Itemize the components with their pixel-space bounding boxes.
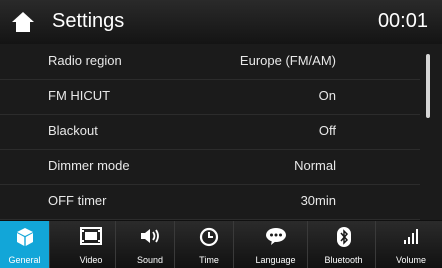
general-cube-icon (16, 228, 33, 246)
speaker-icon (141, 229, 159, 243)
tab-label: Bluetooth (324, 255, 363, 265)
speech-bubble-icon (265, 228, 286, 245)
tab-volume[interactable]: Volume (380, 221, 442, 268)
setting-value: On (318, 88, 336, 103)
film-icon (80, 227, 102, 245)
tab-video[interactable]: Video (67, 221, 116, 268)
setting-row-radio-region[interactable]: Radio region Europe (FM/AM) (0, 44, 420, 80)
tab-label: Language (255, 255, 296, 265)
setting-row-fm-hicut[interactable]: FM HICUT On (0, 79, 420, 115)
tab-label: Sound (136, 255, 164, 265)
setting-label: Radio region (48, 53, 122, 68)
setting-value: Off (318, 123, 336, 138)
tab-sound[interactable]: Sound (126, 221, 175, 268)
setting-value: Normal (294, 158, 336, 173)
tab-label: Video (79, 255, 103, 265)
settings-screen: Settings 00:01 Radio region Europe (FM/A… (0, 0, 442, 268)
tab-label: Volume (395, 255, 427, 265)
signal-bars-icon (404, 229, 418, 244)
tab-general[interactable]: General (0, 221, 50, 268)
setting-label: OFF timer (48, 193, 107, 208)
settings-list: Radio region Europe (FM/AM) FM HICUT On … (0, 44, 442, 220)
clock-display: 00:01 (377, 10, 428, 32)
home-icon[interactable] (10, 9, 36, 35)
setting-label: Dimmer mode (48, 158, 130, 173)
setting-row-blackout[interactable]: Blackout Off (0, 114, 420, 150)
setting-label: Blackout (48, 123, 98, 138)
tab-label: General (8, 255, 41, 265)
tab-bar: General Video Sound Time Language Blueto… (0, 221, 442, 268)
setting-value: Europe (FM/AM) (239, 53, 336, 68)
tab-language[interactable]: Language (244, 221, 308, 268)
clock-icon (199, 227, 219, 247)
setting-row-off-timer[interactable]: OFF timer 30min (0, 184, 420, 220)
scrollbar-thumb[interactable] (426, 54, 430, 118)
tab-bluetooth[interactable]: Bluetooth (312, 221, 376, 268)
setting-label: FM HICUT (48, 88, 111, 103)
page-title: Settings (52, 10, 125, 32)
tab-label: Time (199, 255, 219, 265)
bluetooth-icon (336, 227, 351, 247)
setting-row-dimmer-mode[interactable]: Dimmer mode Normal (0, 149, 420, 185)
setting-value: 30min (300, 193, 336, 208)
tab-time[interactable]: Time (185, 221, 234, 268)
header-bar: Settings 00:01 (0, 0, 442, 44)
